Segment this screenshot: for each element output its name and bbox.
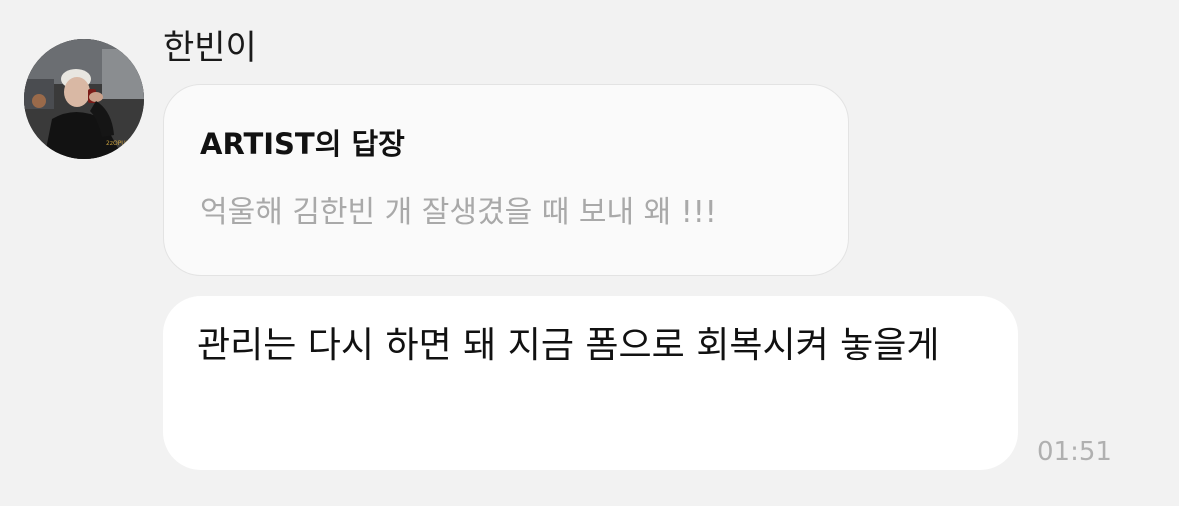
artist-reply-card[interactable]: ARTIST의 답장 억울해 김한빈 개 잘생겼을 때 보내 왜 !!! [163,84,849,276]
avatar[interactable]: 2zOPUS [24,39,144,159]
reply-quote: 억울해 김한빈 개 잘생겼을 때 보내 왜 !!! [200,195,717,230]
message-bubble[interactable]: 관리는 다시 하면 돼 지금 폼으로 회복시켜 놓을게 [163,296,1018,470]
svg-text:2zOPUS: 2zOPUS [106,140,130,147]
sender-name: 한빈이 [163,28,257,68]
message-timestamp: 01:51 [1037,437,1112,467]
reply-title: ARTIST의 답장 [200,127,405,161]
message-text: 관리는 다시 하면 돼 지금 폼으로 회복시켜 놓을게 [197,325,940,366]
avatar-photo: 2zOPUS [24,39,144,159]
